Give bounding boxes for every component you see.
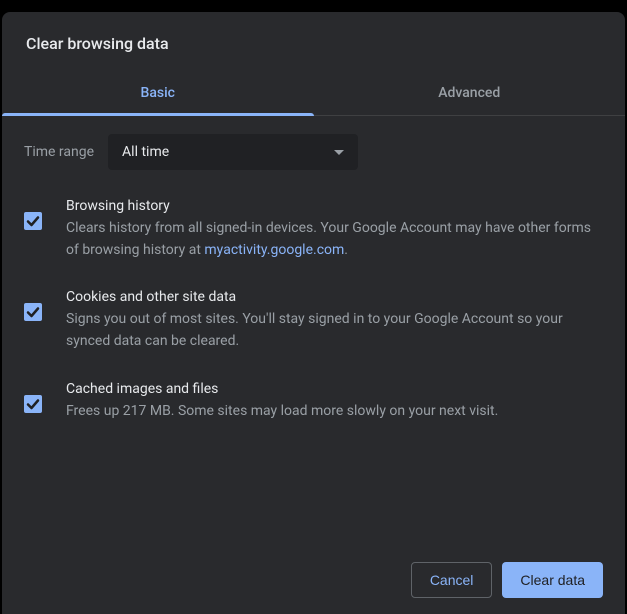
dialog-footer: Cancel Clear data [411, 562, 603, 598]
option-title: Cookies and other site data [66, 289, 603, 305]
checkbox-cookies[interactable] [24, 303, 42, 321]
option-text: Browsing history Clears history from all… [66, 198, 603, 261]
checkbox-cache[interactable] [24, 395, 42, 413]
dialog-body: Time range All time Browsing history Cle… [2, 116, 625, 422]
time-range-row: Time range All time [24, 134, 603, 170]
clear-data-button[interactable]: Clear data [502, 562, 603, 598]
option-cookies: Cookies and other site data Signs you ou… [24, 289, 603, 352]
time-range-value: All time [122, 144, 169, 160]
option-cache: Cached images and files Frees up 217 MB.… [24, 381, 603, 423]
clear-browsing-data-dialog: Clear browsing data Basic Advanced Time … [2, 12, 625, 614]
option-browsing-history: Browsing history Clears history from all… [24, 198, 603, 261]
option-description: Clears history from all signed-in device… [66, 218, 603, 261]
checkbox-browsing-history[interactable] [24, 212, 42, 230]
tab-basic[interactable]: Basic [2, 73, 314, 115]
option-description: Signs you out of most sites. You'll stay… [66, 309, 603, 352]
option-description: Frees up 217 MB. Some sites may load mor… [66, 401, 603, 423]
time-range-select[interactable]: All time [108, 134, 358, 170]
chevron-down-icon [334, 150, 344, 155]
time-range-label: Time range [24, 144, 94, 160]
tabs: Basic Advanced [2, 73, 625, 116]
myactivity-link[interactable]: myactivity.google.com [204, 242, 344, 258]
cancel-button[interactable]: Cancel [411, 562, 493, 598]
option-title: Browsing history [66, 198, 603, 214]
option-text: Cookies and other site data Signs you ou… [66, 289, 603, 352]
tab-advanced[interactable]: Advanced [314, 73, 626, 115]
check-icon [25, 213, 41, 229]
option-text: Cached images and files Frees up 217 MB.… [66, 381, 603, 423]
dialog-title: Clear browsing data [2, 12, 625, 73]
check-icon [25, 396, 41, 412]
option-title: Cached images and files [66, 381, 603, 397]
check-icon [25, 304, 41, 320]
